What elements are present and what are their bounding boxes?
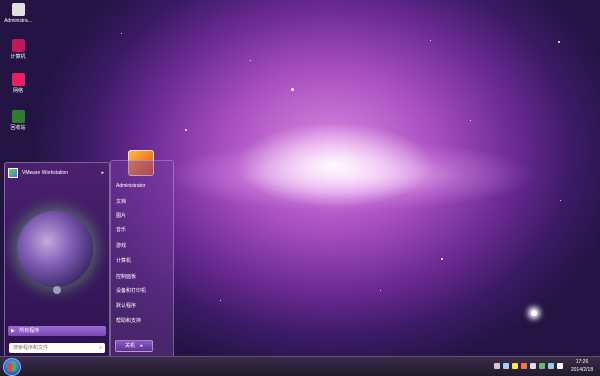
flag-icon[interactable] bbox=[512, 363, 518, 369]
start-button[interactable] bbox=[3, 358, 21, 376]
right-item-pictures[interactable]: 图片 bbox=[116, 212, 126, 219]
start-menu-right-pane: Administrator 文档 图片 音乐 游戏 计算机 控制面板 设备和打印… bbox=[110, 160, 174, 360]
right-item-documents[interactable]: 文档 bbox=[116, 198, 126, 205]
desktop-icon-computer[interactable]: 计算机 bbox=[2, 39, 34, 61]
chevron-up-icon[interactable] bbox=[494, 363, 500, 369]
user-folder-icon bbox=[11, 3, 25, 16]
right-item-music[interactable]: 音乐 bbox=[116, 226, 126, 233]
right-item-control-panel[interactable]: 控制面板 bbox=[116, 273, 136, 280]
right-item-help-support[interactable]: 帮助和支持 bbox=[116, 317, 141, 324]
security-icon[interactable] bbox=[521, 363, 527, 369]
taskbar: 17:26 2014/2/18 bbox=[0, 356, 600, 376]
desktop-icon-label: 网络 bbox=[12, 88, 23, 94]
right-item-games[interactable]: 游戏 bbox=[116, 242, 126, 249]
windows-logo-icon bbox=[8, 363, 16, 371]
battery-icon[interactable] bbox=[548, 363, 554, 369]
start-menu-left-pane: VMware Workstation ▸ ▶ 所有程序 搜索程序和文件 ⌕ bbox=[4, 162, 110, 358]
shutdown-button[interactable]: 关机 ▸ bbox=[115, 340, 153, 352]
shield-icon[interactable] bbox=[539, 363, 545, 369]
recycle-bin-icon bbox=[11, 110, 25, 123]
vmware-icon bbox=[8, 168, 18, 178]
chevron-right-icon[interactable]: ▸ bbox=[140, 343, 143, 349]
right-item-default-programs[interactable]: 默认程序 bbox=[116, 302, 136, 309]
chevron-right-icon[interactable]: ▸ bbox=[101, 170, 104, 176]
moon-graphic bbox=[53, 286, 61, 294]
desktop-icon-label: Administra... bbox=[4, 18, 32, 24]
network-tray-icon[interactable] bbox=[503, 363, 509, 369]
input-icon[interactable] bbox=[530, 363, 536, 369]
desktop-icon-label: 回收站 bbox=[10, 125, 26, 131]
desktop-icon-administrator[interactable]: Administra... bbox=[2, 3, 34, 25]
search-input[interactable]: 搜索程序和文件 bbox=[9, 345, 48, 351]
desktop-icon-recycle-bin[interactable]: 回收站 bbox=[2, 110, 34, 132]
planet-graphic bbox=[17, 211, 93, 287]
start-search-box[interactable]: 搜索程序和文件 ⌕ bbox=[9, 343, 105, 353]
user-name-link[interactable]: Administrator bbox=[116, 183, 145, 189]
desktop-icon-network[interactable]: 网络 bbox=[2, 73, 34, 95]
pinned-item-label: VMware Workstation bbox=[22, 170, 69, 176]
search-icon: ⌕ bbox=[99, 345, 102, 351]
right-item-devices-printers[interactable]: 设备和打印机 bbox=[116, 287, 146, 294]
shutdown-label: 关机 bbox=[125, 343, 136, 349]
all-programs-button[interactable]: ▶ 所有程序 bbox=[8, 326, 106, 336]
all-programs-label: 所有程序 bbox=[19, 328, 40, 334]
right-item-computer[interactable]: 计算机 bbox=[116, 257, 131, 264]
network-icon bbox=[11, 73, 25, 86]
computer-icon bbox=[11, 39, 25, 52]
clock-time: 17:26 bbox=[575, 359, 589, 365]
taskbar-clock[interactable]: 17:26 2014/2/18 bbox=[565, 358, 599, 374]
arrow-right-icon: ▶ bbox=[11, 328, 15, 334]
desktop-icon-label: 计算机 bbox=[10, 54, 26, 60]
clock-date: 2014/2/18 bbox=[570, 367, 594, 373]
pinned-item-vmware[interactable]: VMware Workstation ▸ bbox=[8, 166, 106, 180]
volume-icon[interactable] bbox=[557, 363, 563, 369]
start-menu: VMware Workstation ▸ ▶ 所有程序 搜索程序和文件 ⌕ Ad… bbox=[2, 160, 174, 360]
